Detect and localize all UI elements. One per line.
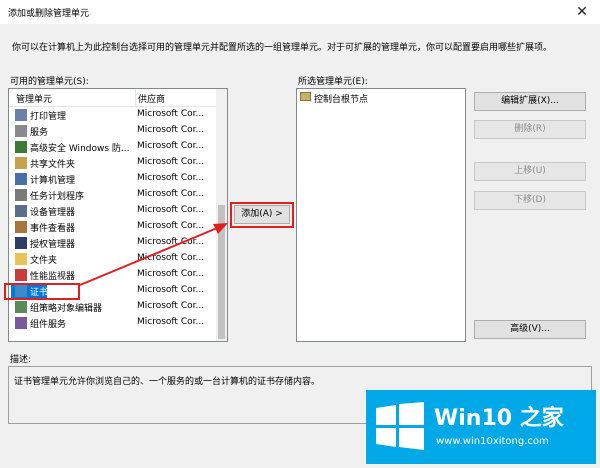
watermark-logo: Win10 之家 www.win10xitong.com (366, 390, 596, 464)
folder-icon (300, 92, 311, 101)
move-up-button[interactable]: 上移(U) (474, 162, 586, 181)
selected-snapins-list[interactable]: 控制台根节点 (296, 88, 466, 342)
console-root-node[interactable]: 控制台根节点 (314, 92, 368, 105)
watermark-brand: Win10 之家 (434, 406, 564, 431)
remove-button[interactable]: 删除(R) (474, 120, 586, 139)
selected-snapins-label: 所选管理单元(E): (298, 77, 368, 87)
edit-extensions-button[interactable]: 编辑扩展(X)... (474, 92, 586, 111)
description-text: 证书管理单元允许你浏览自己的、一个服务的或一台计算机的证书存储内容。 (14, 377, 321, 387)
advanced-button[interactable]: 高级(V)... (474, 320, 586, 339)
description-label: 描述: (10, 355, 32, 365)
windows-logo-icon (376, 402, 424, 450)
watermark-url: www.win10xitong.com (436, 436, 549, 447)
move-down-button[interactable]: 下移(D) (474, 191, 586, 210)
